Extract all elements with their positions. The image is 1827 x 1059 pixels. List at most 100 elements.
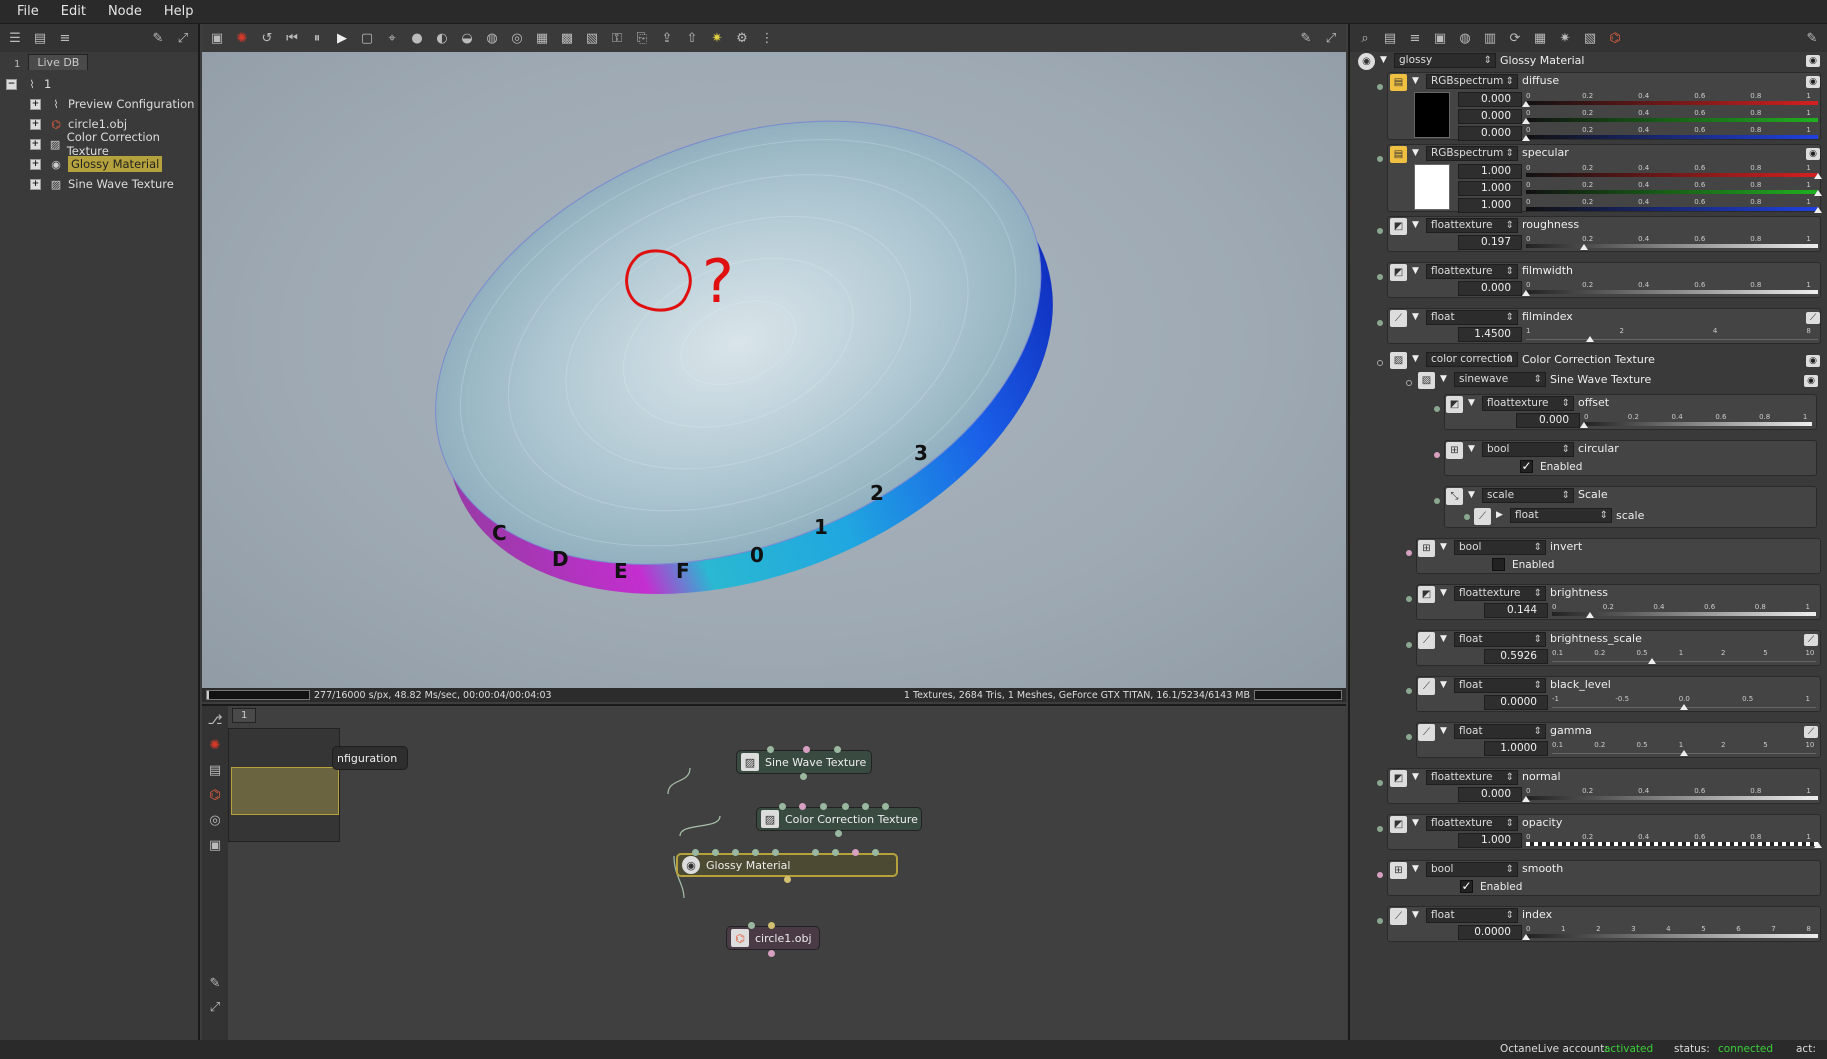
curve-icon[interactable]: ⟋	[1806, 312, 1820, 324]
collapse-arrow-icon[interactable]: ▼	[1440, 542, 1447, 552]
expand-icon[interactable]: +	[30, 98, 41, 110]
layers-icon[interactable]: ≡	[54, 27, 76, 49]
expand-icon[interactable]: +	[30, 178, 41, 190]
collapse-arrow-icon[interactable]: ▼	[1440, 634, 1447, 644]
pin-dot[interactable]	[1377, 360, 1383, 366]
input-pin[interactable]	[842, 803, 849, 810]
type-select[interactable]: color correction	[1426, 352, 1518, 367]
filmindex-slider[interactable]: 1 2 4 8	[1526, 327, 1818, 342]
input-pin[interactable]	[732, 849, 739, 856]
value-b[interactable]: 1.000	[1458, 198, 1522, 213]
collapse-arrow-icon[interactable]: ▼	[1412, 266, 1419, 276]
preview-icon[interactable]: ▦	[1529, 27, 1551, 49]
type-select[interactable]: float	[1426, 310, 1518, 325]
black-level-slider[interactable]: -1 -0.5 0.0 0.5 1	[1552, 695, 1816, 710]
menu-file[interactable]: File	[6, 4, 50, 19]
more-icon[interactable]: ⋮	[756, 27, 778, 49]
pin-dot[interactable]	[1377, 780, 1383, 786]
collapse-arrow-icon[interactable]: ▼	[1440, 726, 1447, 736]
input-pin[interactable]	[799, 803, 806, 810]
input-pin[interactable]	[779, 803, 786, 810]
node-color-correction-texture[interactable]: ▨ Color Correction Texture	[756, 807, 922, 831]
lock-icon[interactable]: ⚿	[606, 27, 628, 49]
menu-edit[interactable]: Edit	[50, 4, 97, 19]
decal-icon[interactable]: ▧	[581, 27, 603, 49]
input-pin[interactable]	[692, 849, 699, 856]
pin-dot[interactable]	[1406, 642, 1412, 648]
value-field[interactable]: 0.000	[1458, 281, 1522, 296]
material-picker-icon[interactable]: ◐	[431, 27, 453, 49]
play-icon[interactable]: ▶	[331, 27, 353, 49]
pin-dot[interactable]	[1377, 872, 1383, 878]
type-select[interactable]: float	[1454, 632, 1546, 647]
save-icon[interactable]: ▤	[29, 27, 51, 49]
image-icon[interactable]: ▣	[1429, 27, 1451, 49]
pin-dot[interactable]	[1377, 84, 1383, 90]
pin-dot[interactable]	[1406, 688, 1412, 694]
tree-item-glossy-material[interactable]: + ◉ Glossy Material	[0, 154, 198, 174]
type-select[interactable]: RGBspectrum	[1426, 74, 1518, 89]
type-select[interactable]: RGBspectrum	[1426, 146, 1518, 161]
slider-b[interactable]: 0 0.2 0.4 0.6 0.8 1	[1526, 198, 1822, 213]
collapse-arrow-icon[interactable]: ▼	[1440, 588, 1447, 598]
pin-dot[interactable]	[1406, 596, 1412, 602]
slider-thumb-icon[interactable]	[1680, 704, 1688, 710]
input-pin[interactable]	[772, 849, 779, 856]
circular-checkbox[interactable]: ✓	[1520, 460, 1533, 473]
value-field[interactable]: 0.0000	[1458, 925, 1522, 940]
pin-dot[interactable]	[1377, 320, 1383, 326]
mesh-icon[interactable]: ⌬	[1604, 27, 1626, 49]
pin-dot[interactable]	[1377, 228, 1383, 234]
color-swatch[interactable]	[1414, 92, 1450, 138]
node-glossy-material[interactable]: ◉ Glossy Material	[676, 853, 898, 877]
slider-thumb-icon[interactable]	[1579, 244, 1588, 250]
object-picker-icon[interactable]: ◒	[456, 27, 478, 49]
input-pin[interactable]	[862, 803, 869, 810]
collapse-arrow-icon[interactable]: ▼	[1412, 312, 1419, 322]
pin-dot[interactable]	[1434, 498, 1440, 504]
curve-icon[interactable]: ⟋	[1804, 726, 1818, 738]
focus-picker-icon[interactable]: ⌖	[381, 27, 403, 49]
value-field[interactable]: 0.144	[1484, 603, 1548, 618]
slider-thumb-icon[interactable]	[1580, 422, 1588, 428]
input-pin[interactable]	[882, 803, 889, 810]
curve-icon[interactable]: ⟋	[1804, 634, 1818, 646]
tree-item-preview-configuration[interactable]: + ⌇ Preview Configuration	[0, 94, 198, 114]
input-pin[interactable]	[767, 746, 774, 753]
render-image[interactable]: C D E F 0 1 2 3 ?	[202, 52, 1346, 688]
type-select[interactable]: floattexture	[1426, 264, 1518, 279]
collapse-arrow-icon[interactable]: ▼	[1468, 490, 1475, 500]
list-icon[interactable]: ☰	[4, 27, 26, 49]
collapse-arrow-icon[interactable]: ▼	[1440, 680, 1447, 690]
collapse-arrow-icon[interactable]: ▼	[1468, 444, 1475, 454]
settings-icon[interactable]: ⚙	[731, 27, 753, 49]
imager-icon[interactable]: ▧	[1579, 27, 1601, 49]
menu-node[interactable]: Node	[97, 4, 153, 19]
copy-icon[interactable]: ⎘	[631, 27, 653, 49]
roughness-slider[interactable]: 0 0.2 0.4 0.6 0.8 1	[1526, 235, 1818, 250]
save-icon[interactable]: ▤	[1379, 27, 1401, 49]
type-select[interactable]: float	[1510, 508, 1612, 523]
slider-thumb-icon[interactable]	[1586, 612, 1595, 618]
eye-icon[interactable]: ◉	[1806, 355, 1820, 367]
collapse-arrow-icon[interactable]: ▼	[1412, 148, 1419, 158]
collapse-icon[interactable]: −	[6, 78, 17, 90]
export-icon[interactable]: ⇪	[656, 27, 678, 49]
node-circle1-obj[interactable]: ⌬ circle1.obj	[726, 926, 820, 950]
slider-thumb-icon[interactable]	[1680, 750, 1688, 756]
pin-dot[interactable]	[1464, 514, 1470, 520]
input-pin[interactable]	[820, 803, 827, 810]
brightness-slider[interactable]: 0 0.2 0.4 0.6 0.8 1	[1552, 603, 1816, 618]
pin-dot[interactable]	[1377, 274, 1383, 280]
collapse-arrow-icon[interactable]: ▼	[1412, 772, 1419, 782]
slider-thumb-icon[interactable]	[1522, 135, 1530, 141]
index-slider[interactable]: 0 1 2 3 4 5 6 7 8	[1522, 925, 1818, 940]
smooth-checkbox[interactable]: ✓	[1460, 880, 1473, 893]
slider-g[interactable]: 0 0.2 0.4 0.6 0.8 1	[1526, 181, 1822, 196]
tree-root[interactable]: − ⌇ 1	[0, 74, 198, 94]
collapse-arrow-icon[interactable]: ▼	[1440, 374, 1447, 384]
camera-icon[interactable]: ◍	[481, 27, 503, 49]
brightness-scale-slider[interactable]: 0.1 0.2 0.5 1 2 5 10	[1552, 649, 1816, 664]
offset-slider[interactable]: 0 0.2 0.4 0.6 0.8 1	[1580, 413, 1812, 428]
fullscreen-icon[interactable]: ⤢	[172, 27, 194, 49]
